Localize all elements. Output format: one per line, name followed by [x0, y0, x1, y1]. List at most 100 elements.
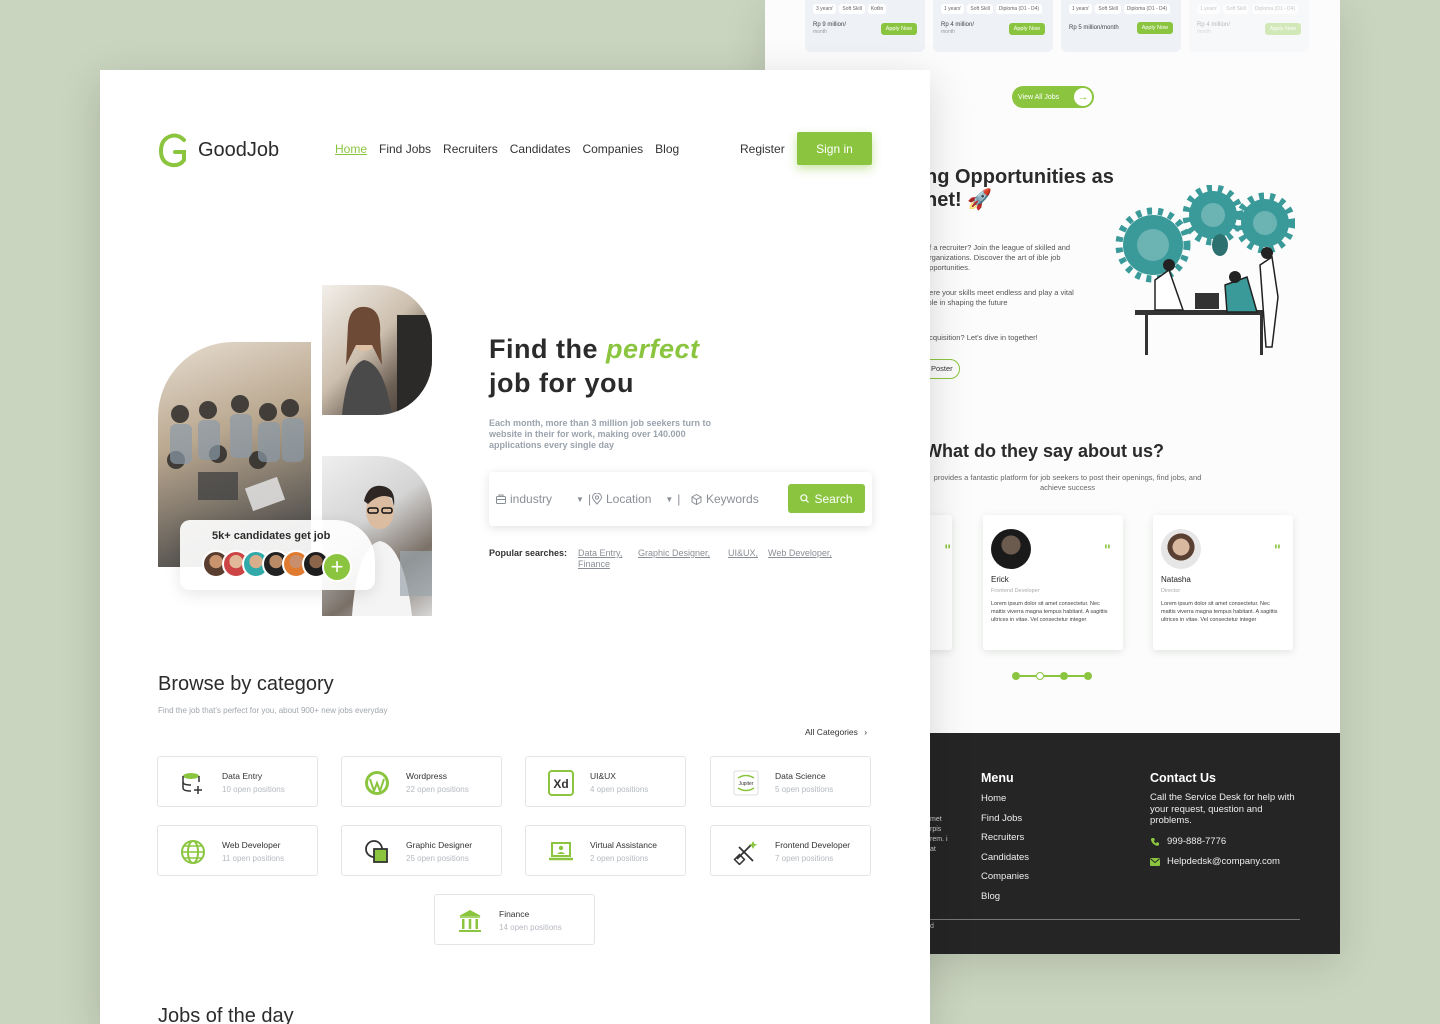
quote-icon: ": [1103, 543, 1111, 559]
category-card[interactable]: Finance 14 open positions: [434, 894, 595, 945]
category-name: Virtual Assistance: [590, 840, 657, 850]
footer-phone[interactable]: 999-888-7776: [1150, 836, 1226, 847]
register-link[interactable]: Register: [740, 142, 785, 156]
globe-icon: [181, 840, 205, 864]
footer-link-candidates[interactable]: Candidates: [981, 852, 1029, 863]
view-all-label: View All Jobs: [1018, 93, 1060, 101]
job-tag: Kotlin: [867, 4, 887, 14]
footer-contact-text: Call the Service Desk for help with your…: [1150, 792, 1295, 826]
category-count: 25 open positions: [406, 854, 469, 863]
main-nav: Home Find Jobs Recruiters Candidates Com…: [335, 142, 679, 156]
category-name: Finance: [499, 909, 530, 919]
footer-email[interactable]: Helpdedsk@company.com: [1150, 856, 1280, 867]
job-salary: Rp 4 million/month: [1197, 22, 1231, 35]
quote-icon: ": [944, 543, 952, 559]
testimonial-text: Lorem ipsum dolor sit amet consectetur. …: [1161, 601, 1278, 623]
testimonials-subtitle: provides a fantastic platform for job se…: [933, 473, 1202, 492]
opportunities-title: ng Opportunities as net! 🚀: [925, 166, 1114, 211]
apply-now-button[interactable]: Apply Now: [880, 23, 917, 35]
popular-searches-label: Popular searches:: [489, 548, 568, 558]
footer-link-companies[interactable]: Companies: [981, 871, 1029, 882]
carousel-dot[interactable]: [1060, 672, 1068, 680]
nav-home[interactable]: Home: [335, 142, 367, 156]
sign-in-button[interactable]: Sign in: [797, 132, 872, 165]
apply-now-button[interactable]: Apply Now: [1008, 23, 1045, 35]
team-gears-illustration: [1115, 185, 1295, 355]
woman-smiling-photo: [322, 285, 432, 415]
industry-select[interactable]: industry ▼ |: [496, 492, 591, 506]
nav-recruiters[interactable]: Recruiters: [443, 142, 498, 156]
job-tag: 1 years': [1069, 4, 1093, 14]
testimonial-name: Natasha: [1161, 575, 1191, 584]
briefcase-icon: [496, 494, 506, 504]
footer-link-find-jobs[interactable]: Find Jobs: [981, 813, 1022, 824]
category-name: Graphic Designer: [406, 840, 473, 850]
nav-find-jobs[interactable]: Find Jobs: [379, 142, 431, 156]
footer-link-home[interactable]: Home: [981, 793, 1006, 804]
quote-icon: ": [1273, 543, 1281, 559]
chevron-right-icon: ›: [864, 727, 868, 737]
category-card[interactable]: Frontend Developer 7 open positions: [710, 825, 871, 876]
category-card[interactable]: Graphic Designer 25 open positions: [341, 825, 502, 876]
footer-link-recruiters[interactable]: Recruiters: [981, 832, 1024, 843]
brand-name: GoodJob: [198, 138, 280, 161]
category-card[interactable]: Wordpress 22 open positions: [341, 756, 502, 807]
carousel-dot[interactable]: [1036, 672, 1044, 680]
category-count: 2 open positions: [590, 854, 649, 863]
brand-logo[interactable]: GoodJob: [158, 130, 279, 170]
svg-text:Jupiter: Jupiter: [738, 781, 753, 787]
category-card[interactable]: Web Developer 11 open positions: [157, 825, 318, 876]
xd-icon: Xd: [548, 770, 574, 796]
keywords-input[interactable]: Keywords: [691, 492, 759, 506]
bank-icon: [459, 910, 481, 932]
job-tag: Soft Skill: [1095, 4, 1121, 14]
testimonial-card: " Natasha Director Lorem ipsum dolor sit…: [1153, 515, 1293, 650]
category-card[interactable]: Virtual Assistance 2 open positions: [525, 825, 686, 876]
job-card[interactable]: 3 years' Soft Skill Kotlin Rp 9 million/mo…: [805, 0, 925, 52]
job-card[interactable]: 1 years' Soft Skill Diploma (D1 - D4) Rp 5…: [1061, 0, 1181, 52]
hero-title-highlight: perfect: [605, 334, 700, 364]
search-button[interactable]: Search: [788, 484, 865, 513]
job-card[interactable]: 1 years' Soft Skill Diploma (D1 - D4) Rp 4…: [1189, 0, 1309, 52]
category-name: Frontend Developer: [775, 840, 851, 850]
category-count: 22 open positions: [406, 785, 469, 794]
database-icon: [182, 773, 202, 794]
carousel-dot[interactable]: [1084, 672, 1092, 680]
avatar-stack: [202, 550, 330, 578]
category-card[interactable]: Xd UI&UX 4 open positions: [525, 756, 686, 807]
wordpress-icon: [365, 771, 389, 795]
phone-icon: [1150, 837, 1159, 846]
carousel-dots: [1012, 672, 1092, 680]
shapes-icon: [365, 840, 388, 863]
view-all-jobs-button[interactable]: View All Jobs →: [1012, 86, 1094, 108]
footer-link-blog[interactable]: Blog: [981, 891, 1000, 902]
opportunities-paragraph: here your skills meet endless and play a…: [925, 288, 1074, 307]
popular-search-link[interactable]: Data Entry,: [578, 548, 622, 558]
apply-now-button[interactable]: Apply Now: [1136, 22, 1173, 34]
opportunities-paragraph: acquisition? Let's dive in together!: [925, 333, 1038, 342]
opportunities-paragraph: of a recruiter? Join the league of skill…: [925, 243, 1071, 272]
job-card[interactable]: 1 years' Soft Skill Diploma (D1 - D4) Rp 4…: [933, 0, 1053, 52]
nav-candidates[interactable]: Candidates: [510, 142, 571, 156]
all-categories-link[interactable]: All Categories ›: [805, 727, 867, 737]
hero-description: Each month, more than 3 million job seek…: [489, 418, 712, 450]
category-card[interactable]: Data Entry 10 open positions: [157, 756, 318, 807]
popular-search-link[interactable]: Graphic Designer,: [638, 548, 710, 558]
plus-icon[interactable]: +: [322, 552, 352, 582]
apply-now-button[interactable]: Apply Now: [1264, 23, 1301, 35]
nav-blog[interactable]: Blog: [655, 142, 679, 156]
popular-search-link[interactable]: Finance: [578, 559, 610, 569]
testimonial-name: Erick: [991, 575, 1009, 584]
category-card[interactable]: Jupiter Data Science 5 open positions: [710, 756, 871, 807]
cube-icon: [691, 493, 702, 505]
popular-search-link[interactable]: UI&UX,: [728, 548, 758, 558]
popular-search-link[interactable]: Web Developer,: [768, 548, 832, 558]
nav-companies[interactable]: Companies: [582, 142, 643, 156]
footer-divider: [930, 919, 1300, 920]
footer-contact-title: Contact Us: [1150, 771, 1216, 785]
job-tag: Diploma (D1 - D4): [995, 4, 1043, 14]
location-select[interactable]: Location ▼ |: [592, 492, 680, 506]
job-tag: Soft Skill: [967, 4, 993, 14]
carousel-dot[interactable]: [1012, 672, 1020, 680]
location-pin-icon: [592, 493, 602, 505]
